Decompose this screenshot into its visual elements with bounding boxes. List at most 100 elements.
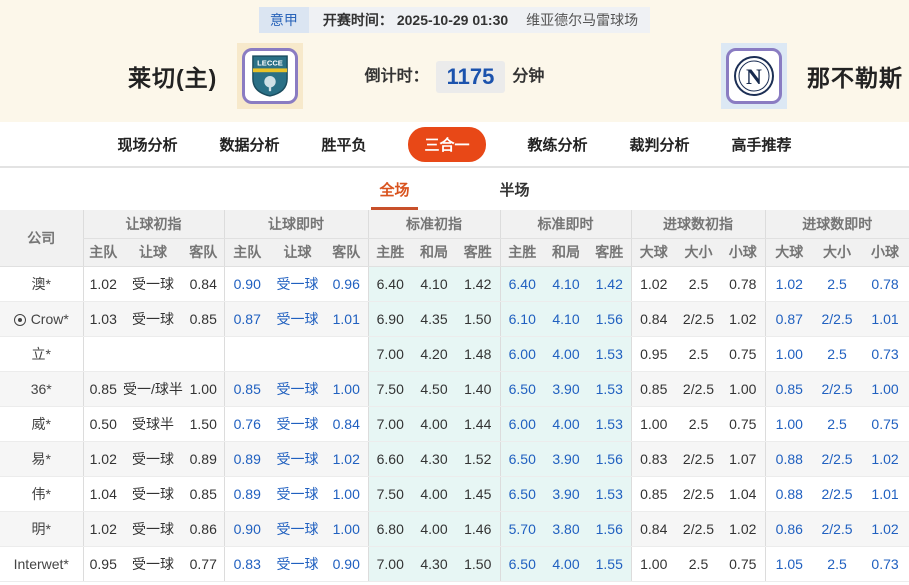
live-odds-cell[interactable]: 4.00 (544, 546, 588, 582)
live-odds-cell[interactable]: 0.96 (325, 266, 368, 302)
live-odds-cell[interactable]: 3.90 (544, 371, 588, 407)
live-odds-cell[interactable]: 受一球 (270, 441, 325, 477)
live-odds-cell[interactable]: 2.5 (813, 406, 862, 442)
company-name: 伟* (0, 476, 83, 512)
live-odds-cell[interactable]: 0.88 (764, 476, 814, 512)
live-odds-cell[interactable]: 1.02 (325, 441, 368, 477)
live-odds-cell[interactable]: 0.90 (223, 511, 270, 547)
initial-odds-cell: 1.02 (721, 511, 766, 547)
soccer-ball-icon (13, 313, 26, 326)
live-odds-cell[interactable]: 受一球 (270, 511, 325, 547)
live-odds-cell[interactable]: 2/2.5 (813, 301, 862, 337)
live-odds-cell[interactable]: 2.5 (813, 336, 862, 372)
live-odds-cell[interactable]: 0.75 (861, 406, 909, 442)
live-odds-cell[interactable]: 1.56 (588, 511, 631, 547)
nav-tab-data-analysis[interactable]: 数据分析 (219, 134, 279, 155)
nav-tab-coach-analysis[interactable]: 教练分析 (528, 134, 588, 155)
live-odds-cell[interactable]: 1.01 (861, 301, 909, 337)
live-odds-cell[interactable]: 受一球 (270, 371, 325, 407)
live-odds-cell[interactable]: 6.50 (499, 476, 544, 512)
nav-tab-scene-analysis[interactable]: 现场分析 (117, 134, 177, 155)
live-odds-cell[interactable]: 0.83 (223, 546, 270, 582)
nav-tab-three-in-one[interactable]: 三合一 (408, 126, 486, 162)
live-odds-cell[interactable]: 4.10 (544, 301, 588, 337)
sub-column-header: 客队 (183, 238, 224, 267)
live-odds-cell[interactable]: 1.53 (588, 476, 631, 512)
live-odds-cell[interactable]: 1.56 (588, 301, 631, 337)
live-odds-cell[interactable]: 2.5 (813, 266, 862, 302)
live-odds-cell[interactable]: 1.01 (861, 476, 909, 512)
live-odds-cell[interactable]: 1.53 (588, 371, 631, 407)
live-odds-cell[interactable]: 受一球 (270, 476, 325, 512)
live-odds-cell[interactable]: 受一球 (270, 266, 325, 302)
live-odds-cell[interactable]: 1.02 (861, 441, 909, 477)
live-odds-cell[interactable]: 0.86 (764, 511, 814, 547)
live-odds-cell[interactable]: 1.05 (764, 546, 814, 582)
live-odds-cell[interactable]: 1.00 (325, 476, 368, 512)
initial-odds-cell: 0.78 (721, 266, 766, 302)
live-odds-cell[interactable]: 0.85 (223, 371, 270, 407)
live-odds-cell[interactable]: 2/2.5 (813, 371, 862, 407)
sub-column-header: 主胜 (367, 238, 412, 267)
live-odds-cell[interactable]: 6.50 (499, 441, 544, 477)
live-odds-cell[interactable]: 0.89 (223, 441, 270, 477)
company-name: 威* (0, 406, 83, 442)
live-odds-cell[interactable]: 6.50 (499, 371, 544, 407)
live-odds-cell[interactable]: 0.87 (223, 301, 270, 337)
live-odds-cell[interactable]: 1.53 (588, 336, 631, 372)
live-odds-cell[interactable]: 0.84 (325, 406, 368, 442)
live-odds-cell[interactable]: 0.78 (861, 266, 909, 302)
live-odds-cell[interactable]: 0.76 (223, 406, 270, 442)
live-odds-cell[interactable]: 2/2.5 (813, 441, 862, 477)
live-odds-cell[interactable]: 0.73 (861, 546, 909, 582)
live-odds-cell[interactable]: 4.00 (544, 406, 588, 442)
live-odds-cell[interactable]: 受一球 (270, 301, 325, 337)
live-odds-cell[interactable]: 受一球 (270, 406, 325, 442)
live-odds-cell[interactable]: 0.89 (223, 476, 270, 512)
live-odds-cell[interactable]: 4.10 (544, 266, 588, 302)
live-odds-cell[interactable]: 3.90 (544, 476, 588, 512)
initial-odds-cell: 0.85 (630, 476, 676, 512)
live-odds-cell[interactable]: 1.42 (588, 266, 631, 302)
live-odds-cell[interactable]: 0.85 (764, 371, 814, 407)
company-name: 澳* (0, 266, 83, 302)
live-odds-cell[interactable]: 3.80 (544, 511, 588, 547)
live-odds-cell[interactable]: 1.55 (588, 546, 631, 582)
initial-odds-cell (82, 336, 123, 372)
live-odds-cell[interactable]: 4.00 (544, 336, 588, 372)
live-odds-cell[interactable]: 2/2.5 (813, 511, 862, 547)
live-odds-cell[interactable]: 0.90 (325, 546, 368, 582)
sub-tab-full-match[interactable]: 全场 (371, 171, 418, 210)
nav-tab-expert-picks[interactable]: 高手推荐 (732, 134, 792, 155)
live-odds-cell[interactable]: 1.02 (764, 266, 814, 302)
live-odds-cell[interactable]: 受一球 (270, 546, 325, 582)
live-odds-cell[interactable]: 6.00 (499, 336, 544, 372)
sub-tab-half-match[interactable]: 半场 (492, 171, 538, 210)
live-odds-cell[interactable]: 1.00 (861, 371, 909, 407)
live-odds-cell[interactable]: 6.50 (499, 546, 544, 582)
company-column-header: 公司 (0, 210, 83, 267)
live-odds-cell[interactable]: 6.40 (499, 266, 544, 302)
live-odds-cell[interactable]: 1.56 (588, 441, 631, 477)
live-odds-cell[interactable]: 1.00 (325, 511, 368, 547)
live-odds-cell[interactable]: 0.90 (223, 266, 270, 302)
live-odds-cell[interactable]: 0.87 (764, 301, 814, 337)
live-odds-cell[interactable]: 1.01 (325, 301, 368, 337)
nav-tab-referee-analysis[interactable]: 裁判分析 (630, 134, 690, 155)
live-odds-cell[interactable]: 2.5 (813, 546, 862, 582)
live-odds-cell[interactable]: 6.00 (499, 406, 544, 442)
live-odds-cell[interactable]: 1.02 (861, 511, 909, 547)
live-odds-cell[interactable]: 0.88 (764, 441, 814, 477)
league-badge[interactable]: 意甲 (258, 7, 309, 33)
live-odds-cell[interactable]: 5.70 (499, 511, 544, 547)
live-odds-cell[interactable]: 3.90 (544, 441, 588, 477)
nav-tab-win-draw-lose[interactable]: 胜平负 (321, 134, 366, 155)
live-odds-cell[interactable]: 6.10 (499, 301, 544, 337)
initial-odds-cell: 1.45 (456, 476, 500, 512)
live-odds-cell[interactable]: 2/2.5 (813, 476, 862, 512)
live-odds-cell[interactable]: 0.73 (861, 336, 909, 372)
live-odds-cell[interactable]: 1.53 (588, 406, 631, 442)
live-odds-cell[interactable]: 1.00 (764, 336, 814, 372)
live-odds-cell[interactable]: 1.00 (325, 371, 368, 407)
live-odds-cell[interactable]: 1.00 (764, 406, 814, 442)
